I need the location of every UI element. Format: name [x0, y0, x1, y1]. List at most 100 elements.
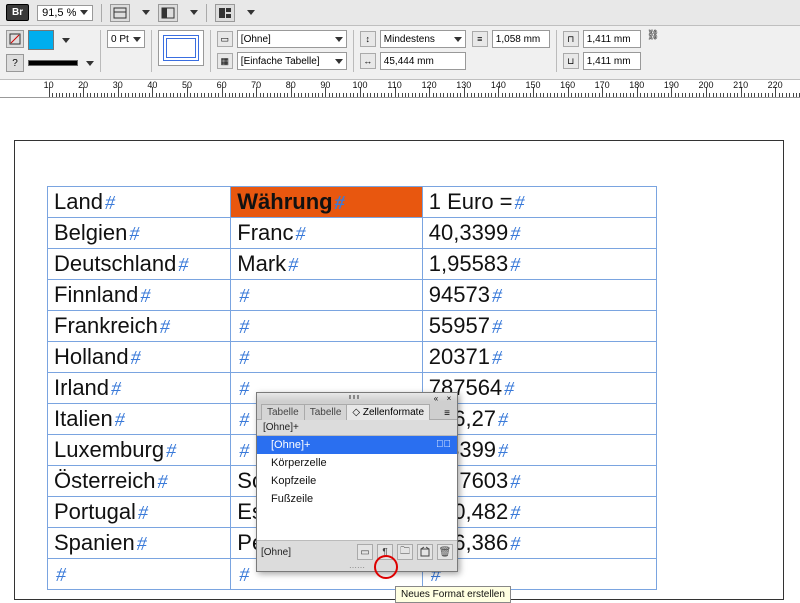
panel-list-item[interactable]: Kopfzeile — [257, 472, 457, 490]
row-height-mode[interactable]: Mindestens — [380, 30, 466, 48]
row-height-mode-value: Mindestens — [384, 34, 435, 45]
panel-collapse-button[interactable]: « — [431, 394, 441, 400]
col-width-icon: ↔ — [360, 53, 376, 69]
table-cell[interactable]: Franc# — [231, 218, 422, 249]
table-cell[interactable]: Luxemburg# — [48, 435, 231, 466]
cell-style-icon: ▭ — [217, 31, 233, 47]
table-cell[interactable]: 20371# — [422, 342, 656, 373]
ruler-label: 180 — [629, 80, 644, 90]
separator — [151, 30, 152, 72]
tooltip: Neues Format erstellen — [395, 586, 511, 603]
panel-close-button[interactable]: × — [444, 394, 454, 400]
chevron-down-icon — [133, 37, 141, 42]
table-style-dropdown[interactable]: [Einfache Tabelle] — [237, 52, 347, 70]
table-cell[interactable]: # — [231, 311, 422, 342]
table-cell[interactable]: Belgien# — [48, 218, 231, 249]
separator — [100, 30, 101, 72]
ruler-label: 150 — [525, 80, 540, 90]
table-cell-empty[interactable]: # — [48, 559, 231, 590]
table-cell[interactable]: Deutschland# — [48, 249, 231, 280]
view-options-button[interactable] — [110, 4, 130, 22]
table-cell[interactable]: Österreich# — [48, 466, 231, 497]
screen-mode-button[interactable] — [158, 4, 178, 22]
panel-clear-button[interactable]: ¶ — [377, 544, 393, 560]
fill-swatch[interactable] — [28, 30, 54, 50]
cell-styles-panel[interactable]: « × Tabelle Tabelle ◇ Zellenformate ≡ [O… — [256, 392, 458, 572]
table-style-value: [Einfache Tabelle] — [241, 56, 320, 67]
panel-tabs: Tabelle Tabelle ◇ Zellenformate ≡ — [257, 401, 457, 420]
arrange-button[interactable] — [215, 4, 235, 22]
zoom-field[interactable]: 91,5 % — [37, 5, 93, 21]
ruler-label: 60 — [217, 80, 227, 90]
panel-list-item[interactable]: Körperzelle — [257, 454, 457, 472]
tab-tables-1[interactable]: Tabelle — [261, 404, 305, 420]
cell-style-dropdown[interactable]: [Ohne] — [237, 30, 347, 48]
stepper-icon[interactable]: ≡ — [472, 31, 488, 47]
table-cell[interactable]: Land# — [48, 187, 231, 218]
ruler-label: 210 — [733, 80, 748, 90]
document-canvas: Land#Währung#1 Euro =#Belgien#Franc#40,3… — [0, 100, 800, 600]
link-insets-icon[interactable]: ⛓ — [647, 30, 660, 66]
table-cell[interactable]: Portugal# — [48, 497, 231, 528]
help-icon[interactable]: ? — [6, 54, 24, 72]
table-row[interactable]: Deutschland#Mark#1,95583# — [48, 249, 657, 280]
stroke-weight-field[interactable]: 0 Pt — [107, 30, 145, 48]
inset-bottom-icon: ⊔ — [563, 53, 579, 69]
table-cell[interactable]: # — [231, 342, 422, 373]
table-cell[interactable]: Irland# — [48, 373, 231, 404]
swap-fill-stroke-icon[interactable] — [6, 30, 24, 48]
table-cell[interactable]: Spanien# — [48, 528, 231, 559]
tab-cell-formats[interactable]: ◇ Zellenformate — [346, 404, 430, 420]
panel-delete-button[interactable]: 🗑 — [437, 544, 453, 560]
ruler-label: 90 — [320, 80, 330, 90]
chevron-down-icon — [142, 10, 150, 15]
table-cell[interactable]: Frankreich# — [48, 311, 231, 342]
panel-group-button[interactable]: ▭ — [357, 544, 373, 560]
chevron-down-icon — [190, 10, 198, 15]
panel-folder-button[interactable]: 🗀 — [397, 544, 413, 560]
bridge-button[interactable]: Br — [6, 4, 29, 21]
inset-field-2[interactable]: 1,411 mm — [583, 52, 641, 70]
table-cell[interactable]: 40,3399# — [422, 218, 656, 249]
table-row[interactable]: Land#Währung#1 Euro =# — [48, 187, 657, 218]
panel-resize-grip[interactable]: ⋯⋯ — [257, 563, 457, 571]
table-row[interactable]: Holland##20371# — [48, 342, 657, 373]
inset-2-value: 1,411 mm — [587, 56, 631, 67]
table-cell[interactable]: Mark# — [231, 249, 422, 280]
table-cell[interactable]: 55957# — [422, 311, 656, 342]
inset-field-1[interactable]: 1,411 mm — [583, 30, 641, 48]
table-cell[interactable]: Währung# — [231, 187, 422, 218]
table-cell[interactable]: 94573# — [422, 280, 656, 311]
table-cell[interactable]: Holland# — [48, 342, 231, 373]
panel-flyout-menu[interactable]: ≡ — [441, 408, 453, 419]
table-row[interactable]: Belgien#Franc#40,3399# — [48, 218, 657, 249]
ruler-label: 200 — [698, 80, 713, 90]
stroke-swatch[interactable] — [28, 60, 78, 66]
min-height-field[interactable]: 1,058 mm — [492, 30, 550, 48]
tab-tables-2[interactable]: Tabelle — [304, 404, 348, 420]
panel-list-item[interactable]: Fußzeile — [257, 490, 457, 508]
panel-titlebar[interactable]: « × — [257, 393, 457, 401]
table-cell[interactable]: 1,95583# — [422, 249, 656, 280]
table-cell[interactable]: Italien# — [48, 404, 231, 435]
cell-stroke-proxy[interactable] — [158, 30, 204, 66]
ruler-label: 170 — [595, 80, 610, 90]
panel-list-item[interactable]: [Ohne]+✎⃠ — [257, 436, 457, 454]
separator — [556, 30, 557, 72]
table-cell[interactable]: Finnland# — [48, 280, 231, 311]
panel-new-style-button[interactable] — [417, 544, 433, 560]
col-width-field[interactable]: 45,444 mm — [380, 52, 466, 70]
app-toolbar: Br 91,5 % — [0, 0, 800, 26]
table-row[interactable]: Frankreich##55957# — [48, 311, 657, 342]
panel-style-list[interactable]: [Ohne]+✎⃠KörperzelleKopfzeileFußzeile — [257, 436, 457, 540]
chevron-down-icon — [247, 10, 255, 15]
panel-status: [Ohne] — [261, 547, 353, 558]
ruler-label: 110 — [387, 80, 401, 90]
toolbar-separator — [101, 4, 102, 22]
table-cell[interactable]: # — [231, 280, 422, 311]
table-row[interactable]: Finnland##94573# — [48, 280, 657, 311]
inset-top-icon: ⊓ — [563, 31, 579, 47]
table-cell[interactable]: 1 Euro =# — [422, 187, 656, 218]
control-panel: ? 0 Pt ▭ [Ohne] ▦ [Einfache Tabelle] — [0, 26, 800, 80]
tab-cell-formats-label: Zellenformate — [363, 407, 424, 418]
